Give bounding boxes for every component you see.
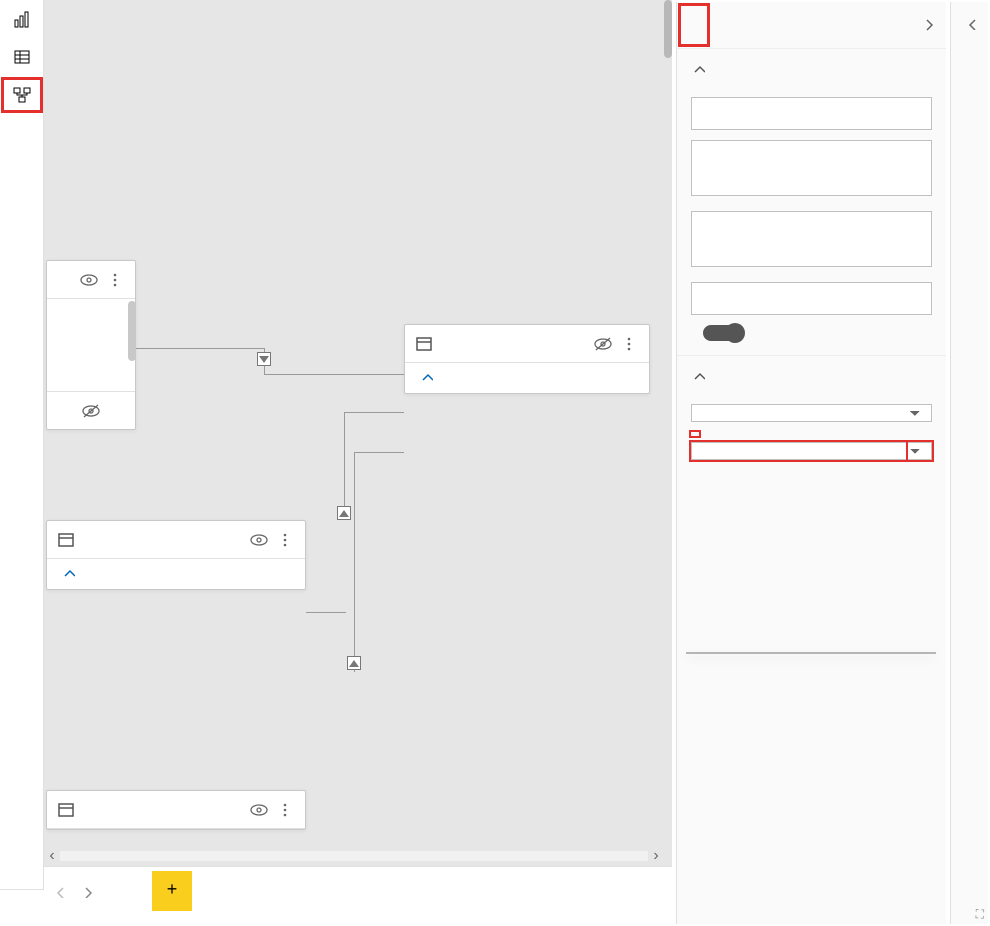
section-general-body	[677, 97, 946, 355]
horizontal-scrollbar[interactable]	[44, 848, 664, 864]
properties-panel	[676, 2, 946, 924]
table-card-collapsed[interactable]	[46, 260, 136, 430]
report-view-button[interactable]	[0, 0, 44, 38]
view-switch-rail	[0, 0, 44, 890]
table-icon	[415, 335, 433, 353]
description-input[interactable]	[691, 140, 932, 196]
section-formatting-body	[677, 404, 946, 474]
data-view-button[interactable]	[0, 38, 44, 76]
model-view-button[interactable]	[0, 76, 44, 114]
table-card-sales[interactable]	[404, 324, 650, 394]
fields-panel-collapsed[interactable]	[950, 2, 988, 924]
table-icon	[57, 801, 75, 819]
collapse-link[interactable]	[405, 363, 649, 393]
collapse-link[interactable]	[47, 559, 305, 589]
eye-icon[interactable]	[249, 801, 269, 819]
format-label	[691, 432, 699, 436]
is-hidden-toggle[interactable]	[703, 325, 743, 341]
format-select[interactable]	[691, 442, 932, 460]
model-canvas[interactable]	[44, 0, 672, 890]
table-card-item[interactable]	[46, 790, 306, 830]
section-general-header[interactable]	[677, 48, 946, 87]
properties-title	[679, 4, 709, 46]
prev-tab-button[interactable]	[44, 871, 72, 911]
next-tab-button[interactable]	[72, 871, 100, 911]
fit-to-screen-icon[interactable]: ⛶	[976, 907, 984, 922]
table-icon	[57, 531, 75, 549]
collapse-properties-button[interactable]	[920, 16, 936, 32]
diagram-tabs: +	[44, 866, 672, 914]
expand-fields-button[interactable]	[963, 16, 977, 30]
more-icon[interactable]	[275, 531, 295, 549]
display-folder-input[interactable]	[691, 282, 932, 315]
table-card-store[interactable]	[46, 520, 306, 590]
eye-off-icon[interactable]	[593, 335, 613, 353]
more-icon[interactable]	[619, 335, 639, 353]
more-icon[interactable]	[105, 271, 125, 289]
more-icon[interactable]	[275, 801, 295, 819]
format-dropdown-list	[686, 652, 936, 654]
data-type-select[interactable]	[691, 404, 932, 422]
tab-all-tables[interactable]	[100, 871, 152, 911]
section-formatting-header[interactable]	[677, 355, 946, 394]
add-tab-button[interactable]: +	[152, 871, 192, 911]
name-input[interactable]	[691, 97, 932, 130]
eye-off-icon	[81, 402, 101, 420]
eye-icon[interactable]	[79, 271, 99, 289]
synonyms-input[interactable]	[691, 211, 932, 267]
eye-icon[interactable]	[249, 531, 269, 549]
